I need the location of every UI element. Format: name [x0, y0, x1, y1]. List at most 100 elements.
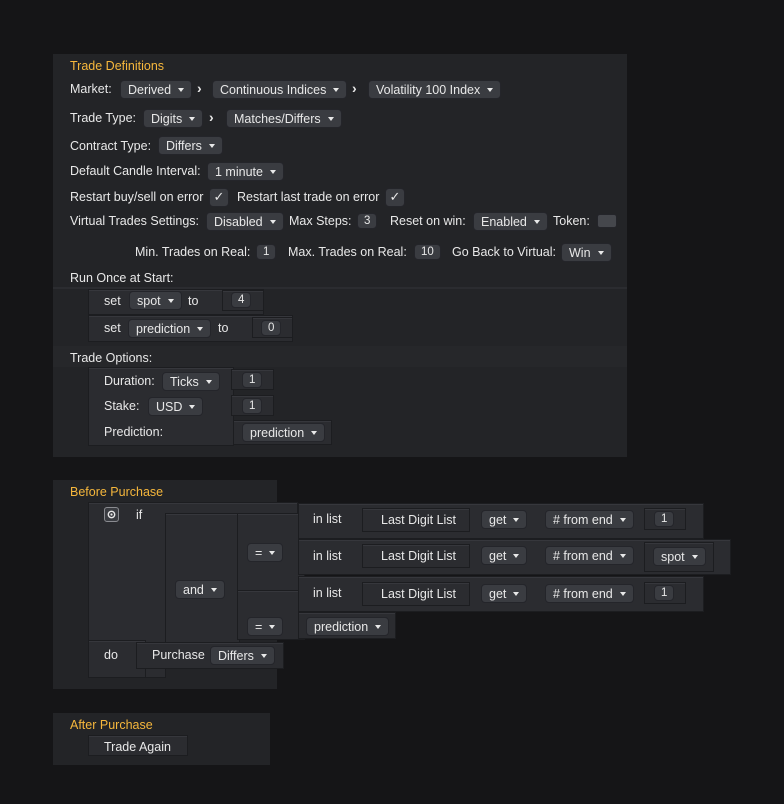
chevron-down-icon [513, 518, 520, 522]
eq-value: = [255, 620, 263, 634]
eq-dropdown-2[interactable]: = [247, 617, 284, 636]
prediction-var-dropdown[interactable]: prediction [242, 423, 326, 442]
trade-type-label: Trade Type: [70, 111, 137, 125]
max-steps-label: Max Steps: [289, 214, 352, 228]
submarket-value: Continuous Indices [220, 83, 327, 97]
get-value: get [489, 587, 507, 601]
duration-label: Duration: [104, 374, 155, 388]
chevron-right-icon: › [209, 109, 214, 125]
go-back-virtual-dropdown[interactable]: Win [561, 243, 612, 262]
max-trades-input[interactable]: 10 [414, 244, 441, 260]
get-dropdown-1[interactable]: get [481, 510, 528, 529]
trade-options-label: Trade Options: [70, 351, 153, 365]
duration-unit-dropdown[interactable]: Ticks [162, 372, 220, 391]
checkmark-icon: ✓ [389, 189, 401, 204]
restart-last-trade-label: Restart last trade on error [237, 190, 380, 204]
var-spot-value: spot [137, 294, 161, 308]
chevron-down-icon [269, 170, 276, 174]
chevron-down-icon [205, 380, 212, 384]
market-label: Market: [70, 82, 112, 96]
chevron-down-icon [167, 299, 174, 303]
contract-type-dropdown[interactable]: Differs [158, 136, 223, 155]
index-input-1[interactable]: 1 [654, 511, 675, 527]
reset-on-win-label: Reset on win: [390, 214, 466, 228]
currency-dropdown[interactable]: USD [148, 397, 204, 416]
restart-last-trade-checkbox[interactable]: ✓ [385, 188, 405, 207]
contract-type-value: Differs [166, 139, 202, 153]
virtual-trades-dropdown[interactable]: Disabled [206, 212, 284, 231]
from-end-value: # from end [553, 549, 613, 563]
virtual-trades-value: Disabled [214, 215, 263, 229]
chevron-down-icon [619, 592, 626, 596]
restart-on-error-checkbox[interactable]: ✓ [209, 188, 229, 207]
and-value: and [183, 583, 204, 597]
market-dropdown[interactable]: Derived [120, 80, 193, 99]
list-name-1: Last Digit List [381, 513, 457, 527]
spot-number-input[interactable]: 4 [231, 292, 252, 308]
trade-definitions-header: Trade Definitions [70, 59, 165, 73]
contract-type-label: Contract Type: [70, 139, 152, 153]
symbol-dropdown[interactable]: Volatility 100 Index [368, 80, 502, 99]
from-end-value: # from end [553, 587, 613, 601]
go-back-virtual-label: Go Back to Virtual: [452, 245, 556, 259]
min-trades-input[interactable]: 1 [256, 244, 277, 260]
max-trades-label: Max. Trades on Real: [288, 245, 407, 259]
spot-var-value: spot [661, 550, 685, 564]
index-input-3[interactable]: 1 [654, 585, 675, 601]
chevron-down-icon [375, 625, 382, 629]
list-name-2: Last Digit List [381, 549, 457, 563]
chevron-down-icon [619, 554, 626, 558]
chevron-down-icon [260, 654, 267, 658]
go-back-virtual-value: Win [569, 246, 591, 260]
market-value: Derived [128, 83, 172, 97]
from-end-dropdown-1[interactable]: # from end [545, 510, 634, 529]
from-end-dropdown-3[interactable]: # from end [545, 584, 634, 603]
chevron-down-icon [189, 405, 196, 409]
chevron-down-icon [327, 117, 334, 121]
chevron-down-icon [333, 88, 340, 92]
min-trades-label: Min. Trades on Real: [135, 245, 251, 259]
compare-prediction-value: prediction [314, 620, 369, 634]
symbol-value: Volatility 100 Index [376, 83, 481, 97]
chevron-down-icon [189, 117, 196, 121]
eq-value: = [255, 546, 263, 560]
duration-input[interactable]: 1 [242, 372, 263, 388]
chevron-down-icon [210, 588, 217, 592]
after-purchase-header: After Purchase [70, 718, 153, 732]
restart-on-error-label: Restart buy/sell on error [70, 190, 204, 204]
trade-type-category-dropdown[interactable]: Digits [143, 109, 204, 128]
list-name-3: Last Digit List [381, 587, 457, 601]
token-input[interactable] [597, 214, 617, 228]
var-prediction-dropdown[interactable]: prediction [128, 319, 212, 338]
get-dropdown-2[interactable]: get [481, 546, 528, 565]
gear-icon[interactable] [104, 507, 119, 522]
compare-prediction-dropdown[interactable]: prediction [306, 617, 390, 636]
token-label: Token: [553, 214, 590, 228]
trade-type-value: Matches/Differs [234, 112, 321, 126]
max-steps-input[interactable]: 3 [357, 213, 378, 229]
in-list-keyword: in list [313, 549, 342, 563]
trade-type-category-value: Digits [151, 112, 183, 126]
candle-interval-dropdown[interactable]: 1 minute [207, 162, 284, 181]
var-spot-dropdown[interactable]: spot [129, 291, 182, 310]
reset-on-win-dropdown[interactable]: Enabled [473, 212, 548, 231]
chevron-down-icon [619, 518, 626, 522]
do-keyword: do [104, 648, 118, 662]
from-end-dropdown-2[interactable]: # from end [545, 546, 634, 565]
chevron-down-icon [269, 220, 276, 224]
to-keyword: to [218, 321, 229, 335]
eq-dropdown-1[interactable]: = [247, 543, 284, 562]
spot-var-dropdown[interactable]: spot [653, 547, 706, 566]
stake-label: Stake: [104, 399, 140, 413]
set-keyword: set [104, 294, 121, 308]
prediction-number-input[interactable]: 0 [261, 320, 282, 336]
duration-unit-value: Ticks [170, 375, 199, 389]
submarket-dropdown[interactable]: Continuous Indices [212, 80, 348, 99]
trade-type-dropdown[interactable]: Matches/Differs [226, 109, 342, 128]
stake-input[interactable]: 1 [242, 398, 263, 414]
purchase-type-dropdown[interactable]: Differs [210, 646, 275, 665]
checkmark-icon: ✓ [213, 189, 225, 204]
get-dropdown-3[interactable]: get [481, 584, 528, 603]
and-dropdown[interactable]: and [175, 580, 225, 599]
chevron-down-icon [691, 555, 698, 559]
